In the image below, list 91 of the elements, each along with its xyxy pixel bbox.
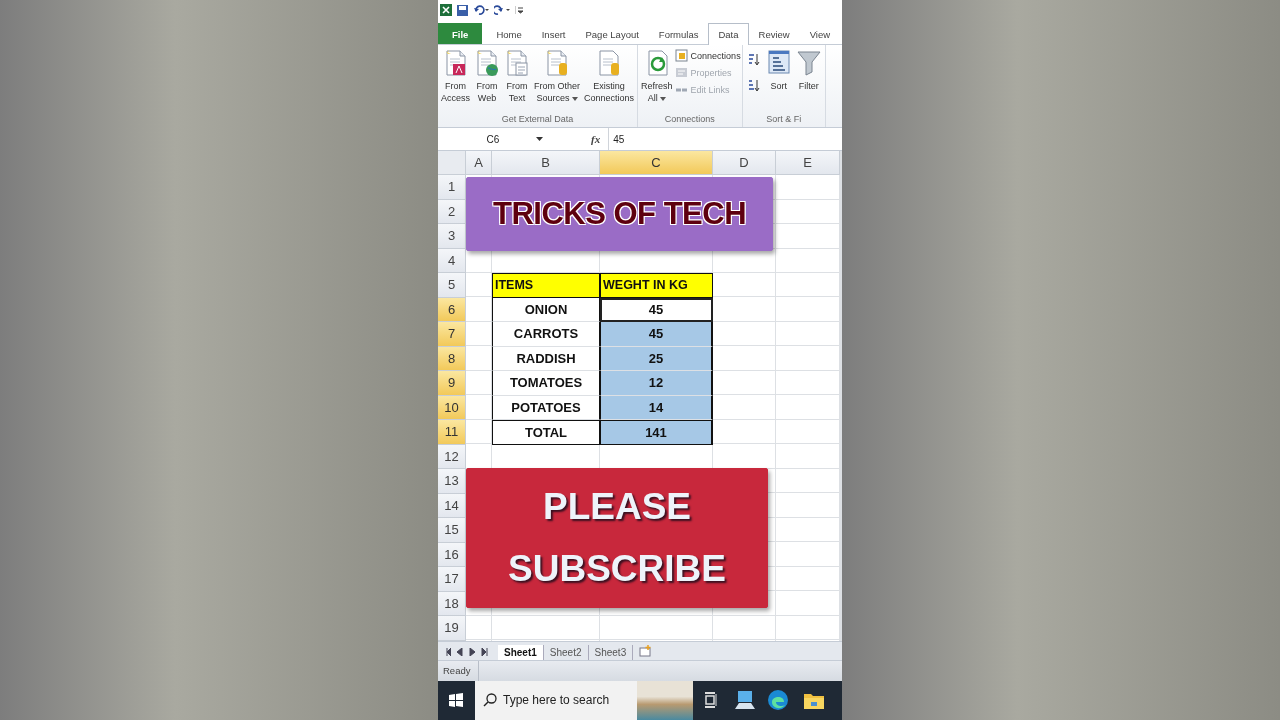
group-label: Sort & Fi bbox=[765, 114, 803, 126]
undo-icon[interactable] bbox=[473, 5, 489, 15]
column-header[interactable]: B bbox=[492, 151, 600, 175]
properties-icon bbox=[674, 66, 688, 79]
subscribe-banner: PLEASE SUBSCRIBE bbox=[466, 468, 768, 608]
table-header-cell: ITEMS bbox=[492, 273, 600, 298]
sheet-tab[interactable]: Sheet2 bbox=[543, 644, 589, 660]
ribbon-button[interactable]: From Web bbox=[472, 47, 502, 114]
caret-icon bbox=[659, 96, 666, 101]
sort-icon bbox=[765, 49, 792, 77]
table-cell: 45 bbox=[600, 297, 713, 322]
document-globe-icon bbox=[474, 49, 500, 77]
redo-icon[interactable] bbox=[494, 5, 510, 15]
group-label: Connections bbox=[663, 114, 716, 126]
sort-descending-icon[interactable] bbox=[746, 79, 761, 93]
ribbon-tab[interactable]: File bbox=[438, 23, 483, 44]
name-box[interactable]: C6 bbox=[438, 131, 548, 147]
ribbon-tab[interactable]: View bbox=[799, 23, 841, 44]
table-cell: TOMATOES bbox=[492, 371, 600, 396]
photo-placeholder bbox=[637, 680, 693, 720]
row-header[interactable]: 16 bbox=[438, 542, 466, 567]
column-header[interactable]: C bbox=[600, 151, 713, 175]
customize-icon[interactable] bbox=[515, 5, 523, 15]
document-icon bbox=[504, 49, 530, 77]
row-header[interactable]: 1 bbox=[438, 175, 466, 200]
dropdown-icon bbox=[536, 137, 543, 141]
save-icon[interactable] bbox=[457, 4, 468, 16]
ribbon-button[interactable]: From Text bbox=[502, 47, 532, 114]
table-cell: CARROTS bbox=[492, 322, 600, 347]
table-cell: 14 bbox=[600, 395, 713, 420]
sheet-tab[interactable]: Sheet1 bbox=[498, 644, 544, 660]
group-label: Get External Data bbox=[500, 114, 575, 126]
ribbon-tab[interactable]: Formulas bbox=[648, 23, 709, 44]
ribbon-button[interactable]: From Other Sources bbox=[532, 47, 583, 114]
caret-icon bbox=[571, 96, 578, 101]
ribbon-tab[interactable]: Page Layout bbox=[575, 23, 649, 44]
table-cell: 141 bbox=[600, 420, 713, 445]
table-cell: ONION bbox=[492, 297, 600, 322]
ribbon-tab[interactable]: Review bbox=[748, 23, 800, 44]
row-header[interactable]: 9 bbox=[438, 371, 466, 396]
row-header[interactable]: 12 bbox=[438, 444, 466, 469]
ribbon-tab[interactable]: Home bbox=[486, 23, 532, 44]
table-cell: 45 bbox=[600, 322, 713, 347]
row-header[interactable]: 7 bbox=[438, 322, 466, 347]
row-header[interactable]: 14 bbox=[438, 493, 466, 518]
status-text: Ready bbox=[438, 660, 480, 681]
taskbar-search-field[interactable]: Type here to search bbox=[475, 680, 693, 720]
row-header[interactable]: 4 bbox=[438, 248, 466, 273]
browser-icon[interactable] bbox=[767, 689, 789, 712]
windows-start-icon[interactable] bbox=[449, 693, 463, 708]
table-cell: POTATOES bbox=[492, 395, 600, 420]
ribbon-button[interactable]: Filter bbox=[793, 47, 824, 114]
row-header[interactable]: 10 bbox=[438, 395, 466, 420]
column-header[interactable]: A bbox=[466, 151, 492, 175]
ribbon-button[interactable]: Refresh All bbox=[639, 47, 675, 114]
task-view-icon[interactable] bbox=[705, 692, 717, 709]
folder-icon[interactable] bbox=[804, 691, 824, 709]
row-header[interactable]: 6 bbox=[438, 297, 466, 322]
column-header[interactable]: D bbox=[713, 151, 776, 175]
ribbon-button[interactable]: Sort bbox=[763, 47, 794, 114]
row-header[interactable]: 5 bbox=[438, 273, 466, 298]
sheet-tab[interactable]: Sheet3 bbox=[588, 644, 634, 660]
ribbon-button[interactable]: From Access bbox=[439, 47, 472, 114]
funnel-icon bbox=[795, 49, 822, 77]
sort-ascending-icon[interactable] bbox=[746, 53, 761, 67]
table-cell: RADDISH bbox=[492, 346, 600, 371]
ribbon-tab[interactable]: Data bbox=[708, 23, 749, 45]
column-header[interactable]: E bbox=[776, 151, 840, 175]
ribbon-button[interactable]: Existing Connections bbox=[582, 47, 637, 114]
row-header[interactable]: 18 bbox=[438, 591, 466, 616]
document-icon bbox=[674, 49, 688, 62]
row-header[interactable]: 11 bbox=[438, 420, 466, 445]
computer-icon[interactable] bbox=[735, 691, 755, 710]
table-cell: TOTAL bbox=[492, 420, 600, 445]
ribbon-tab[interactable]: Insert bbox=[531, 23, 576, 44]
row-header[interactable]: 2 bbox=[438, 199, 466, 224]
row-header[interactable]: 3 bbox=[438, 224, 466, 249]
row-header[interactable]: 8 bbox=[438, 346, 466, 371]
table-cell: 12 bbox=[600, 371, 713, 396]
document-database-icon bbox=[544, 49, 570, 77]
row-header[interactable]: 15 bbox=[438, 518, 466, 543]
row-header[interactable]: 13 bbox=[438, 469, 466, 494]
table-header-cell: WEGHT IN KG bbox=[600, 273, 713, 298]
sheet-nav-icon[interactable] bbox=[481, 647, 490, 656]
search-icon bbox=[483, 693, 497, 708]
row-header[interactable]: 19 bbox=[438, 616, 466, 641]
row-header[interactable]: 17 bbox=[438, 567, 466, 592]
insert-function-button[interactable]: fx bbox=[591, 133, 601, 145]
table-cell: 25 bbox=[600, 346, 713, 371]
ribbon-button[interactable]: Connections bbox=[674, 49, 741, 62]
title-banner: TRICKS OF TECH bbox=[466, 177, 773, 251]
